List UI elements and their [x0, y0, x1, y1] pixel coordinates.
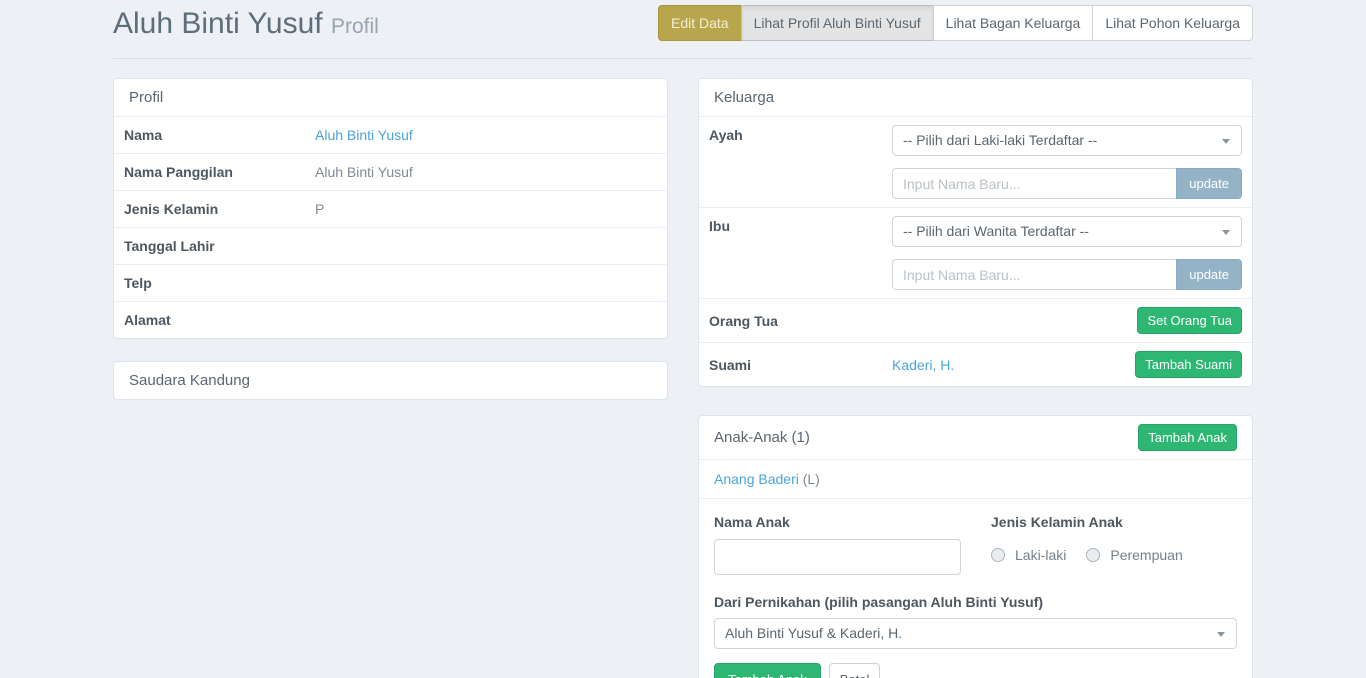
form-actions: Tambah Anak Batal [714, 663, 1237, 678]
edit-data-button[interactable]: Edit Data [658, 5, 742, 41]
ibu-update-button[interactable]: update [1176, 259, 1242, 290]
table-row-telp: Telp [114, 264, 667, 301]
ibu-input-group: update [892, 259, 1242, 290]
pernikahan-select-value: Aluh Binti Yusuf & Kaderi, H. [725, 625, 902, 641]
row-label: Telp [114, 265, 307, 301]
row-label: Alamat [114, 302, 307, 338]
row-value: Aluh Binti Yusuf [307, 154, 667, 190]
ayah-input-group: update [892, 168, 1242, 199]
child-list-item: Anang Baderi (L) [699, 459, 1252, 498]
ayah-label: Ayah [709, 125, 892, 143]
header-divider [113, 58, 1253, 59]
set-orang-tua-button[interactable]: Set Orang Tua [1137, 307, 1242, 334]
row-value [307, 302, 667, 338]
tambah-anak-submit-button[interactable]: Tambah Anak [714, 663, 821, 678]
lihat-pohon-keluarga-button[interactable]: Lihat Pohon Keluarga [1092, 5, 1253, 41]
suami-label: Suami [709, 357, 892, 373]
person-name-heading: Aluh Binti Yusuf [113, 7, 323, 40]
table-row-nama: Nama Aluh Binti Yusuf [114, 116, 667, 153]
jenis-kelamin-anak-label: Jenis Kelamin Anak [991, 514, 1237, 530]
table-row-jenis-kelamin: Jenis Kelamin P [114, 190, 667, 227]
batal-button[interactable]: Batal [829, 663, 881, 678]
row-label: Nama Panggilan [114, 154, 307, 190]
suami-row: Suami Kaderi, H. Tambah Suami [699, 342, 1252, 386]
row-value [307, 265, 667, 301]
page-title: Aluh Binti Yusuf Profil [113, 5, 379, 45]
anak-anak-panel-title: Anak-Anak (1) [714, 429, 810, 446]
tambah-suami-button[interactable]: Tambah Suami [1135, 351, 1242, 378]
saudara-kandung-panel: Saudara Kandung [113, 361, 668, 400]
suami-link[interactable]: Kaderi, H. [892, 357, 954, 373]
row-label: Jenis Kelamin [114, 191, 307, 227]
table-row-nama-panggilan: Nama Panggilan Aluh Binti Yusuf [114, 153, 667, 190]
radio-laki-laki[interactable] [991, 548, 1005, 562]
left-column: Profil Nama Aluh Binti Yusuf Nama Panggi… [113, 78, 668, 400]
table-row-tanggal-lahir: Tanggal Lahir [114, 227, 667, 264]
lihat-bagan-keluarga-button[interactable]: Lihat Bagan Keluarga [933, 5, 1094, 41]
page-container: Aluh Binti Yusuf Profil Edit Data Lihat … [113, 0, 1253, 678]
tambah-anak-header-button[interactable]: Tambah Anak [1138, 424, 1237, 451]
row-label: Nama [114, 117, 307, 153]
saudara-kandung-panel-title: Saudara Kandung [114, 362, 667, 399]
right-column: Keluarga Ayah -- Pilih dari Laki-laki Te… [698, 78, 1253, 678]
ayah-name-input[interactable] [892, 168, 1176, 199]
ibu-select[interactable]: -- Pilih dari Wanita Terdaftar -- [892, 216, 1242, 247]
child-name-link[interactable]: Anang Baderi [714, 471, 799, 487]
dari-pernikahan-label: Dari Pernikahan (pilih pasangan Aluh Bin… [714, 594, 1237, 610]
radio-perempuan-label[interactable]: Perempuan [1110, 547, 1182, 563]
ayah-row: Ayah -- Pilih dari Laki-laki Terdaftar -… [699, 116, 1252, 207]
ayah-select[interactable]: -- Pilih dari Laki-laki Terdaftar -- [892, 125, 1242, 156]
view-switch-button-group: Edit Data Lihat Profil Aluh Binti Yusuf … [658, 5, 1253, 41]
ibu-label: Ibu [709, 216, 892, 234]
profil-table: Nama Aluh Binti Yusuf Nama Panggilan Alu… [114, 116, 667, 338]
orang-tua-label: Orang Tua [709, 313, 892, 329]
nama-anak-label: Nama Anak [714, 514, 961, 530]
child-gender-label: (L) [803, 471, 820, 487]
profil-panel-title: Profil [114, 79, 667, 116]
row-value: P [307, 191, 667, 227]
row-value [307, 228, 667, 264]
profil-panel: Profil Nama Aluh Binti Yusuf Nama Panggi… [113, 78, 668, 339]
radio-laki-laki-label[interactable]: Laki-laki [1015, 547, 1066, 563]
radio-perempuan[interactable] [1086, 548, 1100, 562]
ibu-row: Ibu -- Pilih dari Wanita Terdaftar -- up… [699, 207, 1252, 298]
nama-anak-input[interactable] [714, 539, 961, 575]
row-label: Tanggal Lahir [114, 228, 307, 264]
page-header: Aluh Binti Yusuf Profil Edit Data Lihat … [113, 0, 1253, 45]
pernikahan-select[interactable]: Aluh Binti Yusuf & Kaderi, H. [714, 618, 1237, 649]
ayah-update-button[interactable]: update [1176, 168, 1242, 199]
anak-anak-panel-header: Anak-Anak (1) Tambah Anak [699, 416, 1252, 459]
main-content: Profil Nama Aluh Binti Yusuf Nama Panggi… [113, 78, 1253, 678]
page-subtitle: Profil [331, 15, 379, 38]
lihat-profil-button[interactable]: Lihat Profil Aluh Binti Yusuf [741, 5, 934, 41]
ibu-select-value: -- Pilih dari Wanita Terdaftar -- [903, 223, 1089, 239]
gender-radio-group: Laki-laki Perempuan [991, 547, 1237, 563]
keluarga-panel-title: Keluarga [699, 79, 1252, 116]
add-child-form: Nama Anak Jenis Kelamin Anak Laki-laki P… [699, 498, 1252, 678]
table-row-alamat: Alamat [114, 301, 667, 338]
nama-link[interactable]: Aluh Binti Yusuf [315, 127, 413, 143]
ibu-name-input[interactable] [892, 259, 1176, 290]
orang-tua-row: Orang Tua Set Orang Tua [699, 298, 1252, 342]
keluarga-panel: Keluarga Ayah -- Pilih dari Laki-laki Te… [698, 78, 1253, 387]
ayah-select-value: -- Pilih dari Laki-laki Terdaftar -- [903, 132, 1097, 148]
anak-anak-panel: Anak-Anak (1) Tambah Anak Anang Baderi (… [698, 415, 1253, 678]
